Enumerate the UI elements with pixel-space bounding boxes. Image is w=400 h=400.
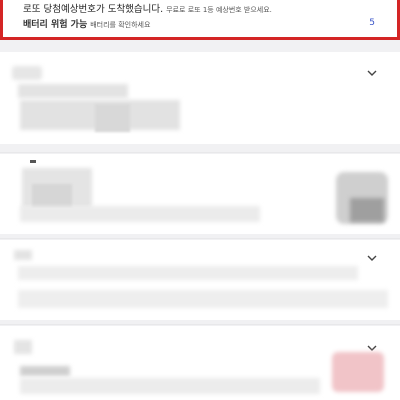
lotto-notification-title: 로또 당첨예상번호가 도착했습니다.: [23, 4, 164, 15]
divider: [0, 152, 400, 153]
divider: [0, 238, 400, 239]
blurred-text: [20, 378, 320, 394]
blurred-title: [20, 366, 70, 376]
chevron-down-icon[interactable]: [366, 67, 378, 79]
blurred-text: [20, 206, 260, 222]
blurred-app-icon: [14, 340, 32, 354]
notification-card-2[interactable]: [0, 154, 400, 234]
blurred-app-icon: [12, 66, 42, 80]
lotto-notification-text: 로또 당첨예상번호가 도착했습니다. 무료로 로또 1등 예상번호 받으세요.: [23, 1, 272, 15]
notification-count-badge: 5: [369, 18, 375, 28]
blurred-title: [18, 266, 358, 280]
notification-card-4[interactable]: [0, 326, 400, 400]
battery-notification-title: 배터리 위험 가능: [23, 20, 88, 30]
battery-notification-text: 배터리 위험 가능 배터리를 확인하세요: [23, 17, 150, 30]
blurred-app-icon: [14, 250, 32, 260]
notification-card-1[interactable]: [0, 52, 400, 144]
blurred-dot: [30, 160, 36, 163]
blurred-text: [18, 290, 388, 308]
blurred-block: [32, 184, 72, 208]
battery-notification-subtitle: 배터리를 확인하세요: [90, 21, 151, 29]
chevron-down-icon[interactable]: [366, 252, 378, 264]
blurred-thumbnail-detail: [350, 198, 384, 222]
blurred-thumbnail: [332, 352, 384, 392]
blurred-content-block: [95, 104, 130, 132]
blurred-title: [18, 84, 128, 98]
notification-card-3[interactable]: [0, 240, 400, 320]
highlighted-notification[interactable]: 로또 당첨예상번호가 도착했습니다. 무료로 로또 1등 예상번호 받으세요. 배…: [0, 0, 400, 40]
divider: [0, 324, 400, 325]
lotto-notification-subtitle: 무료로 로또 1등 예상번호 받으세요.: [166, 6, 272, 14]
